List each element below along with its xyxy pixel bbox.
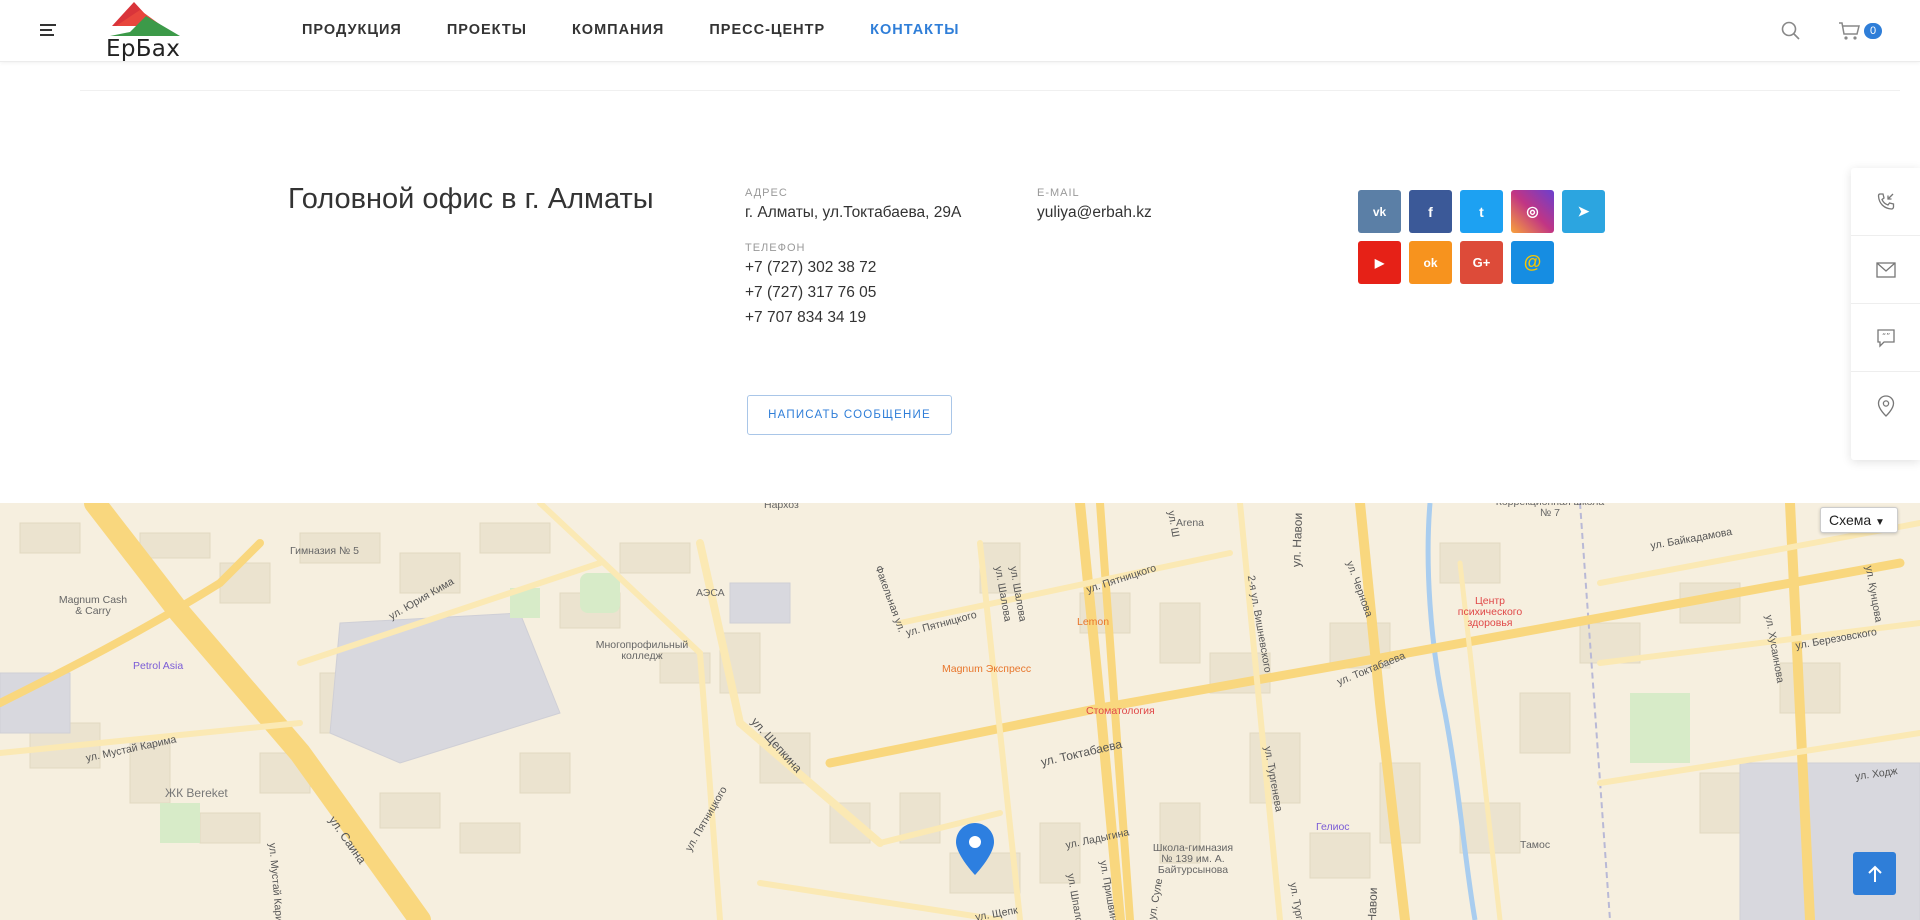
poi-label: Коррекционная школа № 7	[1496, 503, 1605, 519]
callback-button[interactable]	[1851, 168, 1920, 236]
poi-label: Многопрофильный колледж	[595, 639, 689, 662]
map-layer-label: Схема	[1829, 512, 1872, 528]
logo-text: ЕрБах	[106, 36, 181, 62]
arrow-up-icon	[1867, 865, 1882, 882]
burger-menu-icon[interactable]	[40, 24, 56, 36]
cart-count-badge: 0	[1864, 23, 1882, 39]
envelope-icon	[1875, 261, 1896, 278]
email-link[interactable]: yuliya@erbah.kz	[1037, 204, 1152, 222]
youtube-icon[interactable]: ▶	[1358, 241, 1401, 284]
poi-label: АЭСА	[696, 587, 725, 599]
svg-text:“”: “”	[1882, 332, 1890, 341]
poi-label: Lemon	[1077, 616, 1110, 628]
divider	[80, 90, 1900, 91]
poi-label: Magnum Экспресс	[942, 663, 1032, 675]
nav-item-products[interactable]: ПРОДУКЦИЯ	[302, 22, 402, 38]
poi-label: Гелиос	[1316, 821, 1350, 833]
street-label: Навои	[1364, 887, 1381, 920]
map-location-button[interactable]	[1851, 372, 1920, 440]
chevron-down-icon: ▼	[1875, 517, 1885, 528]
poi-label: Нархоз	[764, 503, 799, 511]
location-pin-icon	[1877, 395, 1894, 417]
scroll-to-top-button[interactable]	[1853, 852, 1896, 895]
search-icon[interactable]	[1781, 21, 1801, 41]
main-nav: ПРОДУКЦИЯ ПРОЕКТЫ КОМПАНИЯ ПРЕСС-ЦЕНТР К…	[302, 22, 1004, 38]
poi-label: Центр психического здоровья	[1457, 595, 1523, 629]
google-plus-icon[interactable]: G+	[1460, 241, 1503, 284]
nav-item-projects[interactable]: ПРОЕКТЫ	[447, 22, 527, 38]
nav-item-press-center[interactable]: ПРЕСС-ЦЕНТР	[709, 22, 825, 38]
poi-label: Тамос	[1520, 839, 1551, 851]
logo[interactable]: ЕрБах	[104, 2, 184, 62]
location-map[interactable]: ул. Токтабаева ул. Щепкина ул. Саина ул.…	[0, 503, 1920, 920]
mail-icon[interactable]: @	[1511, 241, 1554, 284]
email-button[interactable]	[1851, 236, 1920, 304]
phone-2[interactable]: +7 (727) 317 76 05	[745, 284, 876, 302]
address-value: г. Алматы, ул.Токтабаева, 29А	[745, 204, 962, 221]
phone-callback-icon	[1877, 192, 1894, 210]
poi-label: Стоматология	[1086, 705, 1155, 717]
address-label: АДРЕС	[745, 187, 788, 199]
nav-item-contacts[interactable]: КОНТАКТЫ	[870, 22, 959, 38]
cart-icon[interactable]	[1838, 21, 1862, 41]
phone-label: ТЕЛЕФОН	[745, 242, 806, 254]
email-label: E-MAIL	[1037, 187, 1080, 199]
facebook-icon[interactable]: f	[1409, 190, 1452, 233]
telegram-icon[interactable]: ➤	[1562, 190, 1605, 233]
nav-item-company[interactable]: КОМПАНИЯ	[572, 22, 664, 38]
poi-label: ЖК Bereket	[165, 786, 228, 800]
feedback-button[interactable]: “”	[1851, 304, 1920, 372]
odnoklassniki-icon[interactable]: ok	[1409, 241, 1452, 284]
vk-icon[interactable]: vk	[1358, 190, 1401, 233]
poi-label: Petrol Asia	[133, 660, 184, 672]
write-message-button[interactable]: НАПИСАТЬ СООБЩЕНИЕ	[747, 395, 952, 435]
poi-label: Школа-гимназия № 139 им. А. Байтурсынова	[1152, 842, 1234, 876]
map-layer-select[interactable]: Схема ▼	[1820, 507, 1898, 533]
quote-chat-icon: “”	[1876, 328, 1895, 348]
office-title: Головной офис в г. Алматы	[288, 183, 654, 215]
twitter-icon[interactable]: t	[1460, 190, 1503, 233]
site-header: ЕрБах ПРОДУКЦИЯ ПРОЕКТЫ КОМПАНИЯ ПРЕСС-Ц…	[0, 0, 1920, 62]
poi-label: Magnum Cash & Carry	[58, 594, 128, 617]
instagram-icon[interactable]: ◎	[1511, 190, 1554, 233]
poi-label: Arena	[1176, 517, 1205, 529]
poi-label: Гимназия № 5	[290, 545, 360, 557]
logo-mark-icon	[110, 2, 180, 36]
phone-3[interactable]: +7 707 834 34 19	[745, 309, 866, 327]
side-contact-panel: “”	[1851, 168, 1920, 460]
map-canvas	[0, 503, 1920, 920]
street-label: ул. Навои	[1289, 512, 1306, 568]
phone-1[interactable]: +7 (727) 302 38 72	[745, 259, 876, 277]
